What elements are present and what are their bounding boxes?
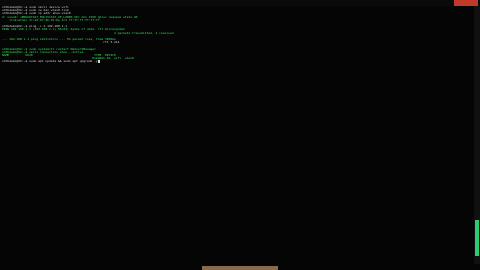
terminal-line: rtt 3.214: [2, 40, 120, 45]
scroll-thumb[interactable]: [475, 220, 479, 256]
text-cursor: [97, 60, 100, 64]
scrollbar[interactable]: [474, 6, 480, 264]
terminal-line: uhtbdemo@tk:~$ sudo apt update && sudo a…: [2, 59, 100, 64]
bottom-bar: [0, 264, 480, 270]
terminal-window: uhtbdemo@tk:~$ sudo nmcli device wifi uht…: [0, 0, 480, 270]
terminal-line: link/ether 3c:a0:67:4b:91:0e brd ff:ff:f…: [2, 17, 100, 22]
bottom-tab[interactable]: [202, 266, 278, 270]
terminal-line: 4 packets transmitted, 4 received: [2, 30, 174, 35]
terminal-output[interactable]: uhtbdemo@tk:~$ sudo nmcli device wifi uht…: [2, 6, 472, 264]
